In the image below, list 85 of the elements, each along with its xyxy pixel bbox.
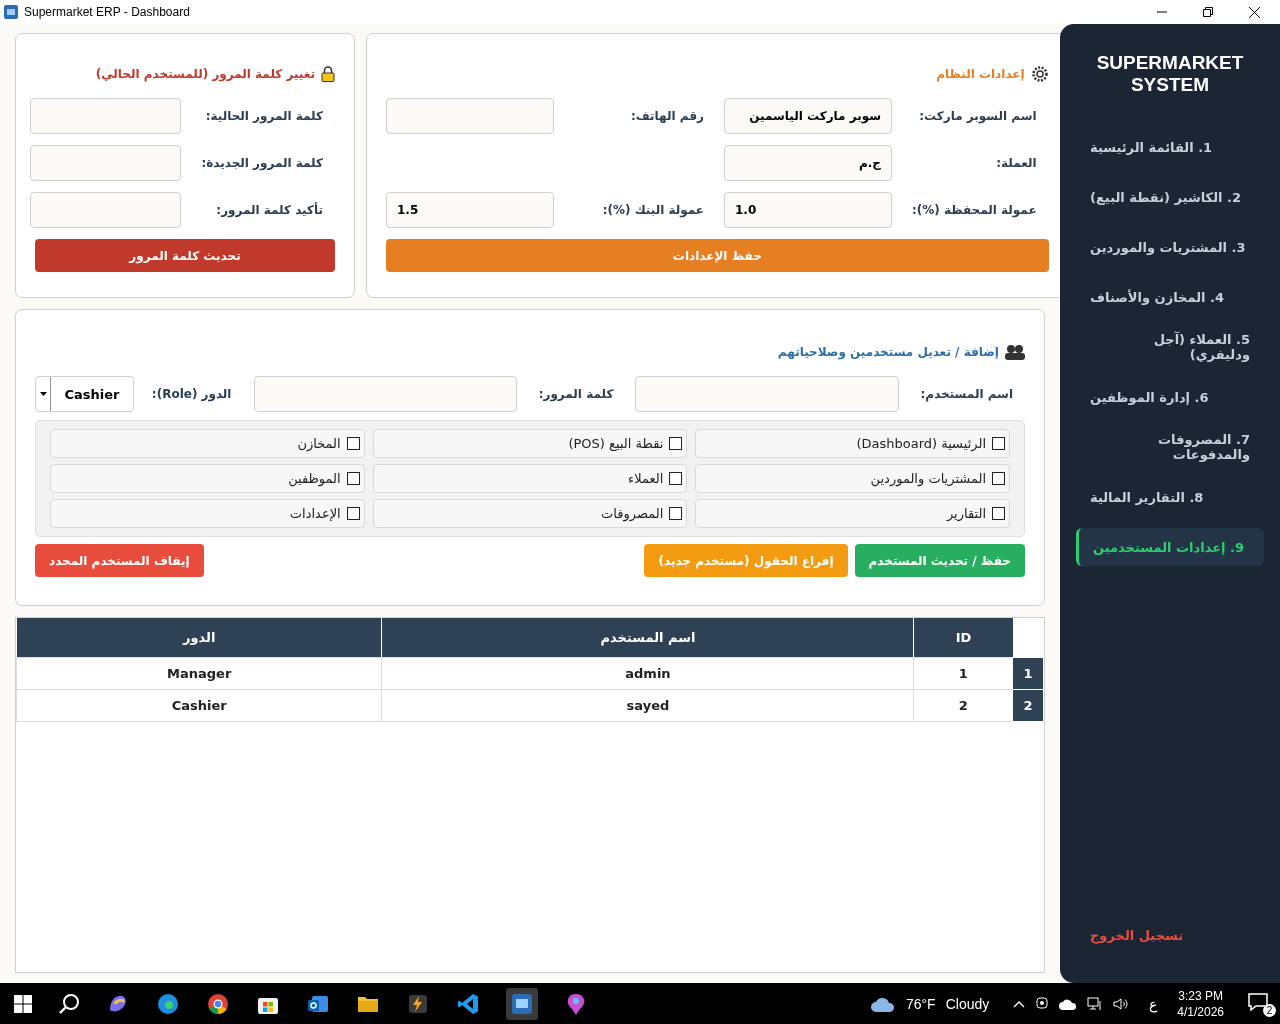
table-cell: sayed	[381, 689, 914, 722]
temperature: 76°F	[905, 995, 936, 1012]
permission-checkbox[interactable]: العملاء	[372, 464, 688, 493]
chrome-icon[interactable]	[206, 991, 230, 1016]
logout-link[interactable]: تسجيل الخروج	[1076, 928, 1264, 943]
speaker-icon[interactable]	[1113, 996, 1130, 1011]
card-title: إعدادات النظام	[936, 67, 1025, 81]
field-label: عمولة المحفظة (%):	[912, 203, 1037, 217]
app-icon	[4, 5, 18, 19]
field-label: كلمة المرور:	[538, 387, 614, 401]
erp-app-icon[interactable]	[506, 987, 538, 1020]
language-indicator[interactable]: ع	[1149, 995, 1158, 1012]
permission-checkbox[interactable]: الرئيسية (Dashboard)	[695, 429, 1010, 458]
settings-field[interactable]	[386, 98, 554, 134]
weather-text: Cloudy	[945, 995, 990, 1012]
column-header[interactable]: اسم المستخدم	[381, 618, 914, 658]
users-icon	[1005, 344, 1025, 360]
permission-checkbox[interactable]: المشتريات والموردين	[695, 464, 1010, 493]
table-cell: Manager	[16, 657, 382, 690]
sidebar-item[interactable]: 6. إدارة الموظفين	[1076, 378, 1264, 416]
field-label: الدور (Role):	[151, 387, 232, 401]
table-cell: admin	[381, 657, 914, 690]
settings-field[interactable]: ج.م	[724, 145, 892, 181]
code-editor-icon[interactable]	[456, 991, 480, 1016]
camera-icon[interactable]	[1035, 996, 1050, 1011]
password-field[interactable]	[30, 192, 182, 228]
role-dropdown[interactable]: Cashier	[35, 376, 134, 412]
update-password-button[interactable]: تحديث كلمة المرور	[35, 239, 335, 272]
settings-field[interactable]: 1.5	[386, 192, 554, 228]
username-field[interactable]	[635, 376, 899, 412]
field-label: عمولة البنك (%):	[601, 203, 704, 217]
table-cell: Cashier	[16, 689, 382, 722]
sidebar-item[interactable]: 9. إعدادات المستخدمين	[1076, 528, 1264, 566]
field-label: العملة:	[995, 156, 1037, 170]
card-title: تغيير كلمة المرور (للمستخدم الحالي)	[95, 67, 315, 81]
card-title: إضافة / تعديل مستخدمين وصلاحياتهم	[777, 345, 999, 359]
browser-icon[interactable]	[156, 991, 180, 1016]
row-header[interactable]: 1	[1012, 657, 1044, 690]
sidebar-item[interactable]: 2. الكاشير (نقطة البيع)	[1076, 178, 1264, 216]
notification-badge: 2	[1263, 1003, 1276, 1017]
cloud-icon[interactable]	[1059, 997, 1078, 1010]
sidebar-item[interactable]: 7. المصروفات والمدفوعات	[1076, 428, 1264, 466]
network-icon[interactable]	[1087, 996, 1104, 1011]
sidebar-item[interactable]: 4. المخازن والأصناف	[1076, 278, 1264, 316]
field-label: كلمة المرور الحالية:	[204, 109, 323, 123]
password-field[interactable]	[30, 98, 182, 134]
restore-icon[interactable]	[1203, 7, 1213, 17]
window-title: Supermarket ERP - Dashboard	[24, 5, 190, 19]
notification-icon[interactable]	[1248, 992, 1268, 1011]
table-cell: 1	[914, 657, 1013, 690]
gear-icon	[1030, 65, 1049, 83]
column-header[interactable]: الدور	[16, 618, 382, 658]
permission-checkbox[interactable]: التقارير	[695, 499, 1010, 528]
settings-field[interactable]: سوبر ماركت الياسمين	[724, 98, 892, 134]
field-label: تأكيد كلمة المرور:	[215, 203, 323, 217]
clock-date[interactable]: 4/1/2026	[1177, 1003, 1224, 1020]
password-field[interactable]	[253, 376, 517, 412]
brand-title: SUPERMARKET SYSTEM	[1095, 52, 1245, 96]
row-header[interactable]: 2	[1012, 689, 1044, 722]
permission-checkbox[interactable]: نقطة البيع (POS)	[372, 429, 688, 458]
caret-icon	[39, 392, 47, 396]
stop-user-button[interactable]: إيقاف المستخدم المحدد	[35, 544, 204, 577]
permission-checkbox[interactable]: المخازن	[50, 429, 365, 458]
column-header[interactable]: ID	[914, 618, 1013, 658]
permission-checkbox[interactable]: الإعدادات	[50, 499, 365, 528]
clock-time[interactable]: 3:23 PM	[1178, 987, 1223, 1004]
search-icon[interactable]	[58, 992, 80, 1015]
close-icon[interactable]	[1249, 6, 1260, 18]
padlock-icon	[321, 66, 335, 82]
sidebar-item[interactable]: 5. العملاء (آجل ودليفري)	[1076, 328, 1264, 366]
chevron-up-icon[interactable]	[1013, 999, 1026, 1008]
field-label: اسم السوبر ماركت:	[918, 109, 1037, 123]
password-field[interactable]	[30, 145, 182, 181]
permission-checkbox[interactable]: الموظفين	[50, 464, 365, 493]
sidebar-item[interactable]: 3. المشتريات والموردين	[1076, 228, 1264, 266]
cloud-icon	[869, 995, 896, 1012]
field-label: اسم المستخدم:	[920, 387, 1013, 401]
settings-field[interactable]: 1.0	[724, 192, 892, 228]
permission-checkbox[interactable]: المصروفات	[372, 499, 688, 528]
sidebar-item[interactable]: 1. القائمة الرئيسية	[1076, 128, 1264, 166]
windows-icon[interactable]	[14, 994, 32, 1013]
sidebar-item[interactable]: 8. التقارير المالية	[1076, 478, 1264, 516]
field-label: رقم الهاتف:	[630, 109, 704, 123]
field-label: كلمة المرور الجديدة:	[201, 156, 323, 170]
table-cell: 2	[914, 689, 1013, 722]
